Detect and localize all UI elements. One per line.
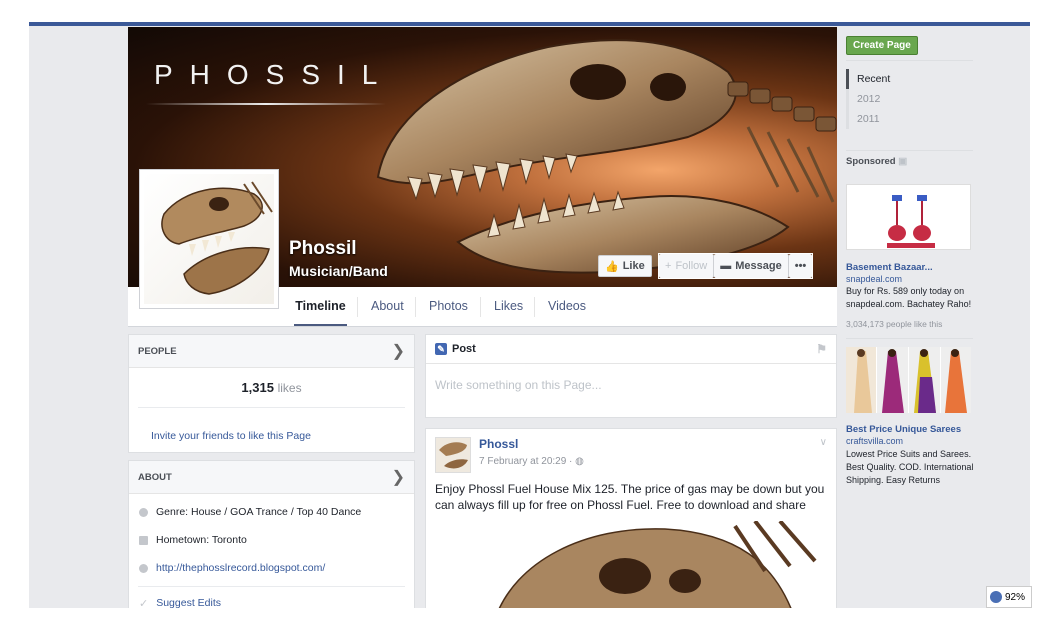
hookah-product-illustration	[887, 195, 935, 248]
sponsored-label: Sponsored	[846, 156, 896, 167]
ad-image-sarees[interactable]	[846, 347, 971, 413]
profile-picture[interactable]	[139, 169, 279, 309]
about-card-header[interactable]: ABOUT ❯	[129, 461, 414, 494]
about-hometown: Hometown: Toronto	[129, 526, 414, 554]
about-genre: Genre: House / GOA Trance / Top 40 Dance	[129, 498, 414, 526]
likes-label: likes	[277, 381, 302, 395]
timeline-year-nav: Recent 2012 2011	[846, 69, 890, 129]
globe-icon	[990, 591, 1002, 603]
about-suggest: ✓ Suggest Edits	[129, 589, 414, 608]
message-icon: ▬	[720, 260, 732, 272]
globe-icon	[139, 563, 148, 573]
ad-title[interactable]: Best Price Unique Sarees	[846, 424, 961, 435]
chevron-down-icon[interactable]: ∨	[820, 437, 827, 473]
sarees-product-illustration	[846, 347, 971, 413]
tab-timeline[interactable]: Timeline	[294, 287, 347, 326]
feed-post: Phossl 7 February at 20:29 · ◍ ∨ Enjoy P…	[425, 428, 837, 608]
website-link[interactable]: http://thephosslrecord.blogspot.com/	[156, 562, 325, 574]
composer-input[interactable]: Write something on this Page...	[426, 364, 836, 406]
divider	[138, 586, 405, 587]
page-category[interactable]: Musician/Band	[289, 263, 388, 279]
year-recent[interactable]: Recent	[846, 69, 890, 89]
message-label: Message	[735, 260, 782, 272]
tab-likes[interactable]: Likes	[494, 287, 523, 326]
people-card-header[interactable]: PEOPLE ❯	[129, 335, 414, 368]
like-button[interactable]: 👍 Like	[598, 255, 652, 277]
browser-viewport: PHOSSIL Phossil Musician/Band 👍 Like + F…	[29, 22, 1030, 608]
composer-header: ✎ Post ⚑	[426, 335, 836, 364]
cover-brand-text: PHOSSIL	[154, 59, 395, 90]
more-button[interactable]: •••	[788, 254, 813, 278]
people-heading: PEOPLE	[138, 345, 177, 357]
suggest-edits-link[interactable]: Suggest Edits	[156, 597, 221, 608]
building-icon	[139, 535, 148, 545]
ad-url[interactable]: snapdeal.com	[846, 274, 902, 284]
author-avatar[interactable]	[435, 437, 471, 473]
avatar-skull-illustration	[439, 442, 468, 469]
post-author[interactable]: Phossl	[479, 437, 584, 451]
info-icon	[139, 507, 148, 517]
post-skull-illustration	[498, 521, 817, 608]
checkmark-icon: ✓	[139, 597, 149, 609]
hometown-text: Hometown: Toronto	[156, 534, 247, 546]
tab-photos[interactable]: Photos	[429, 287, 468, 326]
likes-number: 1,315	[241, 380, 274, 395]
page-name[interactable]: Phossil	[289, 238, 357, 260]
tab-divider	[357, 297, 358, 317]
globe-icon: ◍	[575, 456, 584, 467]
pencil-icon: ✎	[435, 343, 447, 355]
profile-skull-illustration	[161, 181, 273, 295]
people-card: PEOPLE ❯ 1,315 likes Invite your friends…	[128, 334, 415, 453]
flag-icon[interactable]: ⚑	[816, 342, 827, 356]
ad-title[interactable]: Basement Bazaar...	[846, 262, 933, 273]
genre-text: Genre: House / GOA Trance / Top 40 Dance	[156, 506, 362, 518]
divider	[846, 60, 973, 61]
create-page-button[interactable]: Create Page	[846, 36, 918, 55]
divider	[846, 150, 973, 151]
tab-about[interactable]: About	[371, 287, 404, 326]
post-timestamp[interactable]: 7 February at 20:29 ·	[479, 456, 575, 467]
about-card: ABOUT ❯ Genre: House / GOA Trance / Top …	[128, 460, 415, 608]
page-action-group: + Follow ▬ Message •••	[658, 253, 814, 279]
message-button[interactable]: ▬ Message	[714, 254, 789, 278]
follow-label: Follow	[675, 260, 708, 272]
cover-brand-underline	[146, 103, 386, 105]
invite-friends-link[interactable]: Invite your friends to like this Page	[151, 430, 311, 442]
year-2011[interactable]: 2011	[846, 109, 890, 129]
ad-body: Buy for Rs. 589 only today on snapdeal.c…	[846, 286, 972, 309]
sponsored-heading: Sponsored ▣	[846, 156, 907, 167]
follow-button[interactable]: + Follow	[659, 254, 715, 278]
likes-count: 1,315 likes	[129, 380, 414, 395]
zoom-indicator[interactable]: 92%	[986, 586, 1032, 608]
thumbs-up-icon: 👍	[605, 260, 619, 273]
post-image[interactable]	[435, 521, 827, 608]
about-website: http://thephosslrecord.blogspot.com/	[129, 554, 414, 582]
post-text: Enjoy Phossl Fuel House Mix 125. The pri…	[435, 482, 825, 512]
post-composer: ✎ Post ⚑ Write something on this Page...	[425, 334, 837, 418]
year-2012[interactable]: 2012	[846, 89, 890, 109]
divider	[846, 338, 973, 339]
more-icon: •••	[794, 260, 807, 272]
plus-icon: +	[665, 260, 672, 272]
chevron-right-icon[interactable]: ❯	[392, 467, 405, 487]
chevron-right-icon[interactable]: ❯	[392, 341, 405, 361]
ad-likes: 3,034,173 people like this	[846, 319, 943, 329]
tab-videos[interactable]: Videos	[548, 287, 586, 326]
tab-divider	[415, 297, 416, 317]
top-bar	[29, 22, 1030, 26]
ad-image-hookah[interactable]	[846, 184, 971, 250]
like-label: Like	[622, 260, 645, 272]
tab-divider	[534, 297, 535, 317]
ad-icon: ▣	[898, 156, 908, 167]
zoom-level: 92%	[1005, 591, 1026, 603]
post-tab[interactable]: Post	[452, 343, 476, 355]
tab-divider	[480, 297, 481, 317]
about-heading: ABOUT	[138, 471, 172, 483]
ad-url[interactable]: craftsvilla.com	[846, 436, 903, 446]
ad-body: Lowest Price Suits and Sarees. Best Qual…	[846, 449, 974, 485]
